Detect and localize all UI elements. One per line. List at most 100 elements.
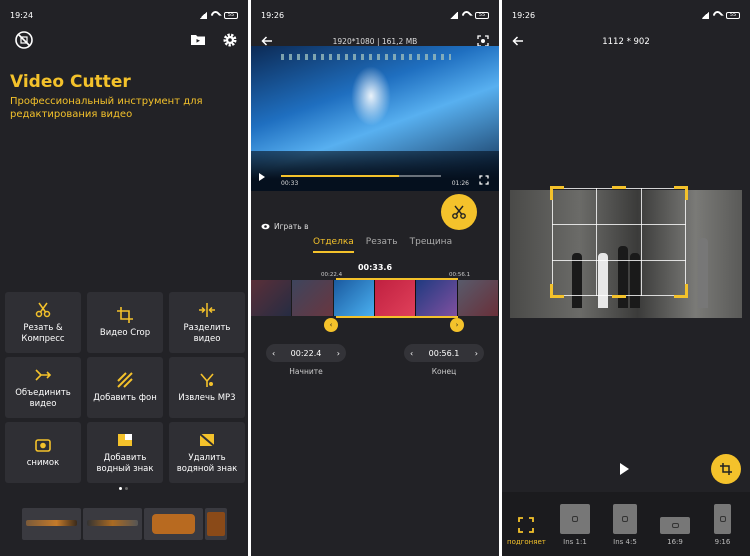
crop-corner-handle[interactable] — [550, 284, 564, 298]
status-time: 19:26 — [512, 10, 536, 20]
tab-trim[interactable]: Отделка — [313, 237, 354, 253]
scissors-icon — [452, 205, 466, 219]
start-handle[interactable]: ‹ — [324, 318, 338, 332]
end-increment-button[interactable]: › — [475, 349, 478, 358]
wifi-icon — [711, 8, 724, 22]
ad-thumbnail[interactable] — [22, 508, 81, 540]
play-in-toggle[interactable]: Играть в — [261, 222, 309, 231]
tool-cut-compress[interactable]: Резать & Компресс — [5, 292, 81, 353]
end-decrement-button[interactable]: ‹ — [410, 349, 413, 358]
crop-corner-handle[interactable] — [550, 186, 564, 200]
crop-corner-handle[interactable] — [674, 284, 688, 298]
tiktok-icon — [714, 504, 731, 534]
ratio-ins-1-1[interactable]: Ins 1:1 — [560, 504, 590, 546]
split-icon — [199, 302, 215, 317]
tool-label: Извлечь MP3 — [178, 393, 236, 403]
wifi-icon — [209, 8, 222, 22]
battery-icon: 55 — [726, 11, 740, 19]
ad-thumbnail[interactable] — [144, 508, 203, 540]
ad-thumbnail[interactable] — [205, 508, 227, 540]
tool-label: Объединить видео — [15, 387, 71, 409]
tool-split-video[interactable]: Разделить видео — [169, 292, 245, 353]
no-ads-button[interactable] — [14, 30, 34, 54]
tool-extract-mp3[interactable]: Извлечь MP3 — [169, 357, 245, 418]
tool-add-background[interactable]: Добавить фон — [87, 357, 163, 418]
cut-fab-button[interactable] — [441, 194, 477, 230]
play-button[interactable] — [259, 173, 265, 181]
ad-banner[interactable] — [22, 508, 227, 540]
play-in-label: Играть в — [274, 222, 309, 231]
tool-label: Видео Crop — [99, 328, 151, 338]
tool-snapshot[interactable]: снимок — [5, 422, 81, 483]
play-button[interactable] — [620, 463, 629, 475]
fullscreen-icon — [479, 175, 489, 185]
tool-merge-video[interactable]: Объединить видео — [5, 357, 81, 418]
settings-button[interactable] — [222, 32, 238, 52]
end-handle[interactable]: › — [450, 318, 464, 332]
crop-frame[interactable] — [550, 186, 688, 298]
tool-remove-watermark[interactable]: Удалить водяной знак — [169, 422, 245, 483]
capture-frame-icon — [477, 34, 489, 47]
start-increment-button[interactable]: › — [337, 349, 340, 358]
start-label: Начните — [289, 367, 323, 376]
crop-edge-handle[interactable] — [612, 186, 626, 189]
remove-watermark-icon — [199, 432, 215, 447]
video-info: 1920*1080 | 161,2 MB — [332, 36, 418, 46]
start-time-value: 00:22.4 — [290, 348, 322, 358]
ratio-label: Ins 4:5 — [613, 538, 637, 546]
ratio-16-9[interactable]: 16:9 — [660, 517, 690, 546]
ratio-label: подгоняет — [507, 538, 546, 546]
add-watermark-icon — [118, 433, 132, 446]
status-bar: 19:24 55 — [0, 0, 248, 30]
app-title: Video Cutter — [10, 72, 131, 92]
gear-icon — [223, 33, 237, 47]
status-time: 19:24 — [10, 10, 34, 20]
tab-cut[interactable]: Резать — [366, 237, 398, 253]
arrow-left-icon — [261, 35, 272, 46]
video-folder-icon — [191, 35, 205, 45]
wifi-icon — [460, 8, 473, 22]
crop-icon — [117, 307, 133, 323]
no-ads-icon — [15, 31, 33, 49]
ratio-ins-4-5[interactable]: Ins 4:5 — [613, 504, 637, 546]
tools-grid: Резать & Компресс Видео Crop Разделить в… — [5, 292, 245, 483]
crop-screen: 19:26 55 1112 * 902 подгоняет Ins 1:1 In… — [502, 0, 750, 556]
background-icon — [117, 372, 133, 388]
page-indicator — [119, 487, 128, 490]
ratio-fit[interactable]: подгоняет — [507, 516, 546, 546]
player-current-time: 00:33 — [281, 180, 299, 187]
fullscreen-button[interactable] — [479, 170, 489, 189]
folder-button[interactable] — [190, 32, 206, 52]
tab-split[interactable]: Трещина — [410, 237, 452, 253]
ratio-label: 9:16 — [714, 538, 731, 546]
battery-icon: 55 — [475, 11, 489, 19]
ratio-9-16[interactable]: 9:16 — [714, 504, 731, 546]
tool-video-crop[interactable]: Видео Crop — [87, 292, 163, 353]
end-label: Конец — [431, 367, 457, 376]
crop-icon — [720, 463, 732, 475]
crop-dimensions: 1112 * 902 — [602, 37, 650, 47]
apply-crop-button[interactable] — [711, 454, 741, 484]
current-position: 00:33.6 — [357, 263, 393, 272]
battery-icon: 55 — [224, 11, 238, 19]
eye-icon — [261, 223, 270, 230]
signal-icon — [701, 11, 709, 19]
status-time: 19:26 — [261, 10, 285, 20]
app-subtitle: Профессиональный инструмент для редактир… — [10, 96, 203, 120]
extract-audio-icon — [200, 373, 214, 387]
instagram-icon — [613, 504, 637, 534]
start-decrement-button[interactable]: ‹ — [272, 349, 275, 358]
ratio-label: 16:9 — [667, 538, 683, 546]
tool-label: Разделить видео — [183, 322, 231, 344]
camera-icon — [35, 439, 51, 452]
ad-thumbnail[interactable] — [83, 508, 142, 540]
crop-edge-handle[interactable] — [612, 295, 626, 298]
tool-add-watermark[interactable]: Добавить водный знак — [87, 422, 163, 483]
tool-label: Удалить водяной знак — [176, 452, 238, 474]
trim-screen: 19:26 55 1920*1080 | 161,2 MB 00:33 01:2… — [251, 0, 499, 556]
crop-corner-handle[interactable] — [674, 186, 688, 200]
tool-label: Добавить фон — [93, 393, 157, 403]
instagram-icon — [560, 504, 590, 534]
tool-label: Резать & Компресс — [21, 322, 65, 344]
signal-icon — [450, 11, 458, 19]
